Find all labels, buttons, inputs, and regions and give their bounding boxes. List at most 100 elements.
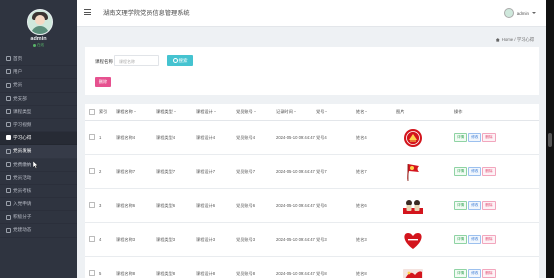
user-menu[interactable]: admin [503, 8, 536, 18]
table-row[interactable]: 3 课程名称6 课程类型6 课程设计6 党员账号6 2024-05-10 09:44:47… [85, 188, 539, 223]
delete-button[interactable]: 删除 [482, 133, 496, 142]
table-row[interactable]: 2 课程名称7 课程类型7 课程设计7 党员账号7 2024-05-10 09:44:47… [85, 154, 539, 189]
column-header[interactable]: 课程类型 [156, 104, 196, 121]
column-header[interactable]: 记录时间 [276, 104, 316, 121]
column-header[interactable]: 党号 [316, 104, 356, 121]
sidebar-item-7[interactable]: 党员发展 [0, 145, 77, 159]
menu-item-icon [6, 214, 11, 220]
cell-name: 姓名4 [356, 120, 396, 155]
sidebar-item-4[interactable]: 课程类型 [0, 106, 77, 119]
sidebar-item-2[interactable]: 党员 [0, 79, 77, 93]
batch-delete-button[interactable]: 删除 [95, 77, 111, 87]
top-header: 湖南文理学院党员信息管理系统 admin [77, 0, 546, 27]
row-checkbox[interactable] [89, 236, 95, 242]
admin-avatar[interactable] [27, 9, 53, 35]
course-name-input[interactable]: 课程名称 [114, 55, 159, 66]
row-checkbox[interactable] [89, 270, 95, 276]
breadcrumb: Home / 学习心得 [495, 37, 534, 43]
column-header[interactable]: 课程设计 [196, 104, 236, 121]
cell-type: 课程类型3 [156, 222, 196, 257]
sidebar-item-0[interactable]: 首页 [0, 53, 77, 67]
edit-button[interactable]: 修改 [468, 167, 482, 176]
user-name: admin [516, 10, 529, 16]
menu-item-icon [6, 69, 11, 75]
chevron-down-icon [532, 12, 536, 14]
sidebar-item-10[interactable]: 党员考核 [0, 185, 77, 199]
delete-button[interactable]: 删除 [482, 235, 496, 244]
sidebar-item-6[interactable]: 学习心得 [0, 132, 77, 146]
cell-type: 课程类型4 [156, 120, 196, 155]
app-window: admin 在线 首页 用户 党员 党支部 课程类型 学习视频 学习心得 党员发展 党费缴纳 党员… [0, 0, 546, 278]
breadcrumb-current: 学习心得 [516, 37, 534, 42]
row-image[interactable] [400, 127, 426, 149]
search-icon [172, 58, 178, 64]
cell-design: 课程设计4 [196, 120, 236, 155]
edit-button[interactable]: 修改 [468, 235, 482, 244]
search-button[interactable]: 搜索 [167, 55, 193, 66]
sidebar-item-label: 课程类型 [13, 108, 32, 114]
sidebar-item-1[interactable]: 用户 [0, 66, 77, 80]
cell-course: 课程名称7 [116, 154, 156, 189]
menu-item-icon [6, 82, 11, 88]
row-image[interactable] [400, 263, 426, 278]
cell-name: 姓名7 [356, 154, 396, 189]
sidebar-item-12[interactable]: 积极分子 [0, 211, 77, 225]
scrollbar-thumb[interactable] [548, 133, 552, 147]
cell-index: 4 [99, 222, 116, 257]
column-header[interactable]: 图片 [396, 104, 454, 121]
detail-button[interactable]: 详情 [454, 133, 468, 142]
row-checkbox[interactable] [89, 168, 95, 174]
cell-time: 2024-05-10 09:44:47 [276, 120, 316, 155]
row-image[interactable] [400, 161, 426, 183]
row-checkbox[interactable] [89, 202, 95, 208]
sort-icon[interactable] [173, 111, 176, 113]
sort-icon[interactable] [213, 111, 216, 113]
breadcrumb-home[interactable]: Home [502, 37, 513, 42]
search-panel: 课程名称 课程名称 搜索 删除 [85, 47, 539, 95]
sidebar-item-11[interactable]: 入党申请 [0, 198, 77, 212]
scrollbar[interactable] [546, 0, 554, 278]
edit-button[interactable]: 修改 [468, 269, 482, 278]
detail-button[interactable]: 详情 [454, 201, 468, 210]
detail-button[interactable]: 详情 [454, 235, 468, 244]
select-all-checkbox[interactable] [89, 108, 95, 115]
row-checkbox[interactable] [89, 134, 95, 140]
detail-button[interactable]: 详情 [454, 269, 468, 278]
table-row[interactable]: 4 课程名称3 课程类型3 课程设计3 党员账号3 2024-05-10 09:44:47… [85, 222, 539, 257]
sidebar-item-label: 党员 [13, 82, 23, 88]
sort-icon[interactable] [325, 111, 328, 113]
sidebar-item-label: 积极分子 [13, 214, 32, 220]
delete-button[interactable]: 删除 [482, 269, 496, 278]
column-header[interactable]: 操作 [454, 104, 539, 121]
table-row[interactable]: 1 课程名称4 课程类型4 课程设计4 党员账号4 2024-05-10 09:44:47… [85, 120, 539, 155]
sort-icon[interactable] [133, 111, 136, 113]
menu-item-icon [6, 188, 11, 194]
detail-button[interactable]: 详情 [454, 167, 468, 176]
row-image[interactable] [400, 195, 426, 217]
table-row[interactable]: 5 课程名称8 课程类型8 课程设计8 党员账号8 2024-05-10 09:44:47… [85, 256, 539, 278]
cell-account: 党员账号3 [236, 222, 276, 257]
column-header[interactable]: 姓名 [356, 104, 396, 121]
menu-item-icon [6, 109, 11, 115]
edit-button[interactable]: 修改 [468, 201, 482, 210]
sidebar-item-5[interactable]: 学习视频 [0, 119, 77, 133]
sort-icon[interactable] [293, 111, 296, 113]
table-header-row: 索引 课程名称 课程类型 课程设计 党员账号 记录时间 党号 姓名 图片 操作 [85, 104, 539, 121]
row-image[interactable] [400, 229, 426, 251]
menu-item-icon [6, 95, 11, 101]
sort-icon[interactable] [253, 111, 256, 113]
column-header[interactable]: 党员账号 [236, 104, 276, 121]
column-header[interactable]: 课程名称 [116, 104, 156, 121]
menu-item-icon [6, 161, 11, 167]
delete-button[interactable]: 删除 [482, 201, 496, 210]
column-header[interactable]: 索引 [99, 104, 116, 121]
menu-item-icon [6, 227, 11, 233]
delete-button[interactable]: 删除 [482, 167, 496, 176]
sidebar-item-13[interactable]: 党建动态 [0, 224, 77, 238]
sidebar-item-9[interactable]: 党员活动 [0, 172, 77, 185]
sidebar-item-3[interactable]: 党支部 [0, 93, 77, 106]
menu-toggle-icon[interactable] [84, 9, 91, 16]
edit-button[interactable]: 修改 [468, 133, 482, 142]
cell-type: 课程类型7 [156, 154, 196, 189]
sort-icon[interactable] [365, 111, 368, 113]
